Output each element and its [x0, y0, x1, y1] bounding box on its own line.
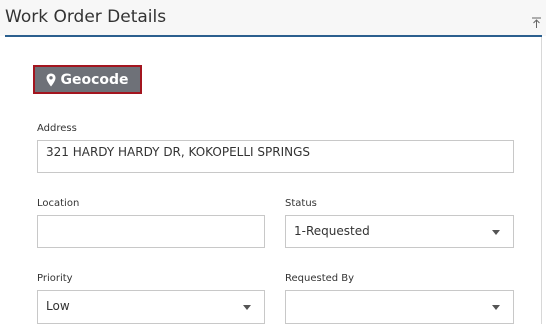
- geocode-button-label: Geocode: [60, 71, 129, 88]
- requested-by-label: Requested By: [285, 273, 355, 284]
- panel-header: Work Order Details: [0, 0, 546, 36]
- panel-title: Work Order Details: [5, 7, 167, 27]
- geocode-button[interactable]: Geocode: [33, 65, 142, 94]
- priority-value: Low: [46, 299, 70, 313]
- address-label: Address: [37, 123, 77, 134]
- chevron-down-icon: [492, 230, 500, 235]
- status-value: 1-Requested: [294, 224, 370, 238]
- chevron-down-icon: [492, 305, 500, 310]
- status-select[interactable]: 1-Requested: [285, 215, 514, 248]
- chevron-down-icon: [243, 305, 251, 310]
- status-label: Status: [285, 198, 317, 209]
- work-order-details-panel: Work Order Details Geocode Address 321 H…: [0, 0, 546, 324]
- requested-by-select[interactable]: [285, 290, 514, 324]
- location-label: Location: [37, 198, 80, 209]
- address-field[interactable]: 321 HARDY HARDY DR, KOKOPELLI SPRINGS: [37, 140, 514, 173]
- collapse-up-icon[interactable]: [531, 14, 542, 28]
- map-pin-icon: [46, 73, 56, 87]
- header-underline: [5, 35, 542, 37]
- priority-label: Priority: [37, 273, 73, 284]
- priority-select[interactable]: Low: [37, 290, 265, 324]
- panel-right-border: [541, 37, 542, 324]
- location-field[interactable]: [37, 215, 265, 248]
- address-value: 321 HARDY HARDY DR, KOKOPELLI SPRINGS: [46, 145, 311, 159]
